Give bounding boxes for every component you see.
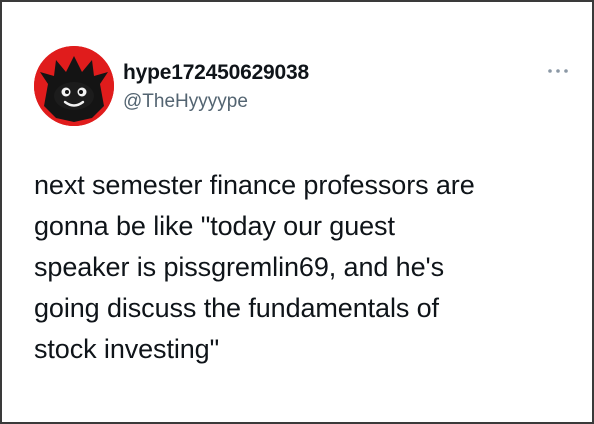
- tweet-text-line: stock investing": [34, 334, 220, 364]
- tweet-text-line: next semester finance professors are: [34, 170, 475, 200]
- author-handle[interactable]: @TheHyyyype: [123, 90, 248, 114]
- screenshot-frame: hype172450629038 @TheHyyyype next semest…: [0, 0, 594, 424]
- tweet-text-line: gonna be like "today our guest: [34, 211, 395, 241]
- tweet-text-line: speaker is pissgremlin69, and he's: [34, 252, 444, 282]
- tweet-card: hype172450629038 @TheHyyyype next semest…: [2, 2, 592, 422]
- tweet-text: next semester finance professors are gon…: [34, 165, 574, 370]
- more-options-icon[interactable]: [546, 64, 570, 78]
- author-display-name[interactable]: hype172450629038: [123, 60, 309, 86]
- avatar[interactable]: [34, 46, 114, 126]
- avatar-face-icon: [34, 46, 114, 126]
- tweet-text-line: going discuss the fundamentals of: [34, 293, 439, 323]
